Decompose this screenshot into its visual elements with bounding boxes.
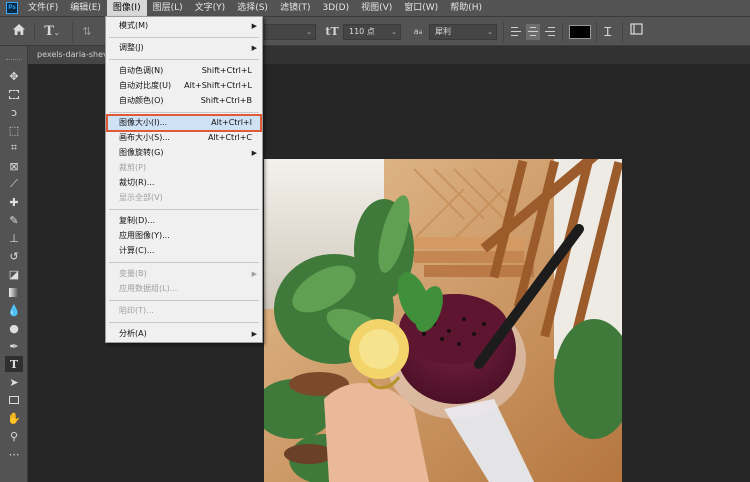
menu-separator [109,209,259,210]
move-tool-icon[interactable]: ✥ [5,68,23,84]
align-right-button[interactable] [543,24,557,40]
menu-item-canvas-size[interactable]: 画布大小(S)... Alt+Ctrl+C [108,131,260,145]
text-color-swatch[interactable] [569,25,591,39]
gradient-tool-icon[interactable] [5,284,23,300]
edit-toolbar-icon[interactable]: ⋯ [5,446,23,462]
menu-layer[interactable]: 图层(L) [147,0,189,16]
menu-3d[interactable]: 3D(D) [316,0,355,16]
menu-separator [109,300,259,301]
warp-text-icon[interactable]: Ꮖ [600,23,616,41]
menu-item-image-rotation[interactable]: 图像旋转(G) ▶ [108,146,260,160]
font-size-field[interactable]: 110 点 ⌄ [343,24,401,40]
font-style-select[interactable]: ⌄ [264,24,316,40]
menu-type[interactable]: 文字(Y) [189,0,232,16]
document-tab[interactable]: pexels-daria-shevt [28,46,106,64]
menu-separator [109,37,259,38]
path-selection-tool-icon[interactable]: ➤ [5,374,23,390]
menu-item-auto-tone[interactable]: 自动色调(N) Shift+Ctrl+L [108,64,260,78]
menu-window[interactable]: 窗口(W) [398,0,444,16]
healing-brush-tool-icon[interactable]: ✚ [5,194,23,210]
hand-tool-icon[interactable]: ✋ [5,410,23,426]
type-tool-button-icon[interactable]: T [5,356,23,372]
menu-edit[interactable]: 编辑(E) [64,0,107,16]
align-center-button[interactable] [526,24,540,40]
eraser-tool-icon[interactable]: ◪ [5,266,23,282]
font-size-icon: tT [325,25,339,38]
frame-tool-icon[interactable]: ⊠ [5,158,23,174]
menu-item-crop: 裁剪(P) [119,163,147,172]
font-size-value: 110 点 [349,27,375,36]
submenu-arrow-icon: ▶ [251,44,257,52]
menu-view[interactable]: 视图(V) [355,0,398,16]
quick-select-tool-icon[interactable]: ⬚ [5,122,23,138]
menu-bar: Ps 文件(F) 编辑(E) 图像(I) 图层(L) 文字(Y) 选择(S) 滤… [0,0,750,16]
menu-item-apply-image[interactable]: 应用图像(Y)... [108,229,260,243]
menu-item-auto-color[interactable]: 自动颜色(O) Shift+Ctrl+B [108,94,260,108]
menu-separator [109,262,259,263]
menu-select[interactable]: 选择(S) [231,0,274,16]
menu-item-trap: 陷印(T)... [119,306,154,315]
character-panel-icon[interactable] [628,23,644,41]
clone-stamp-tool-icon[interactable]: ⊥ [5,230,23,246]
menu-help[interactable]: 帮助(H) [444,0,488,16]
align-left-button[interactable] [509,24,523,40]
antialias-value: 犀利 [435,27,451,36]
crop-tool-icon[interactable]: ⌗ [5,140,23,156]
submenu-arrow-icon: ▶ [251,149,257,157]
submenu-arrow-icon: ▶ [251,270,257,278]
antialias-icon: aa [413,27,423,36]
menu-filter[interactable]: 滤镜(T) [274,0,317,16]
menu-separator [109,59,259,60]
menu-separator [109,112,259,113]
history-brush-tool-icon[interactable]: ↺ [5,248,23,264]
menu-separator [109,322,259,323]
menu-item-auto-contrast[interactable]: 自动对比度(U) Alt+Shift+Ctrl+L [108,79,260,93]
menu-item-mode[interactable]: 模式(M) ▶ [108,19,260,33]
menu-item-apply-data-set: 应用数据组(L)... [119,284,178,293]
lasso-tool-icon[interactable]: ↄ [5,104,23,120]
home-icon[interactable] [10,23,28,41]
brush-tool-icon[interactable]: ✎ [5,212,23,228]
menu-item-variables: 变量(B) ▶ [108,267,260,281]
panel-grip[interactable] [6,59,22,62]
menu-item-analysis[interactable]: 分析(A) ▶ [108,327,260,341]
menu-item-adjustments[interactable]: 调整(J) ▶ [108,41,260,55]
orientation-icon[interactable]: ⇅ [80,23,94,41]
photo-illustration [264,159,622,482]
photoshop-logo: Ps [6,2,18,14]
submenu-arrow-icon: ▶ [251,330,257,338]
blur-tool-icon[interactable]: 💧 [5,302,23,318]
menu-file[interactable]: 文件(F) [22,0,64,16]
submenu-arrow-icon: ▶ [251,22,257,30]
menu-item-image-size[interactable]: 图像大小(I)... Alt+Ctrl+I [106,114,262,132]
menu-image[interactable]: 图像(I) [106,0,147,16]
type-tool-icon[interactable]: T⌄ [40,23,64,41]
tools-panel: ✥ ↄ ⬚ ⌗ ⊠ ⟋ ✚ ✎ ⊥ ↺ ◪ 💧 ● ✒ T ➤ ✋ ⚲ ⋯ [0,46,28,482]
image-menu-dropdown: 模式(M) ▶ 调整(J) ▶ 自动色调(N) Shift+Ctrl+L 自动对比度(… [105,16,263,343]
menu-item-reveal-all: 显示全部(V) [119,193,163,202]
rectangle-tool-icon[interactable] [5,392,23,408]
marquee-tool-icon[interactable] [5,86,23,102]
canvas-photo [264,159,622,482]
zoom-tool-icon[interactable]: ⚲ [5,428,23,444]
menu-item-trim[interactable]: 裁切(R)... [108,176,260,190]
dodge-tool-icon[interactable]: ● [5,320,23,336]
antialias-select[interactable]: 犀利 ⌄ [429,24,497,40]
pen-tool-icon[interactable]: ✒ [5,338,23,354]
eyedropper-tool-icon[interactable]: ⟋ [5,176,23,192]
menu-item-duplicate[interactable]: 复制(D)... [108,214,260,228]
menu-item-calculations[interactable]: 计算(C)... [108,244,260,258]
